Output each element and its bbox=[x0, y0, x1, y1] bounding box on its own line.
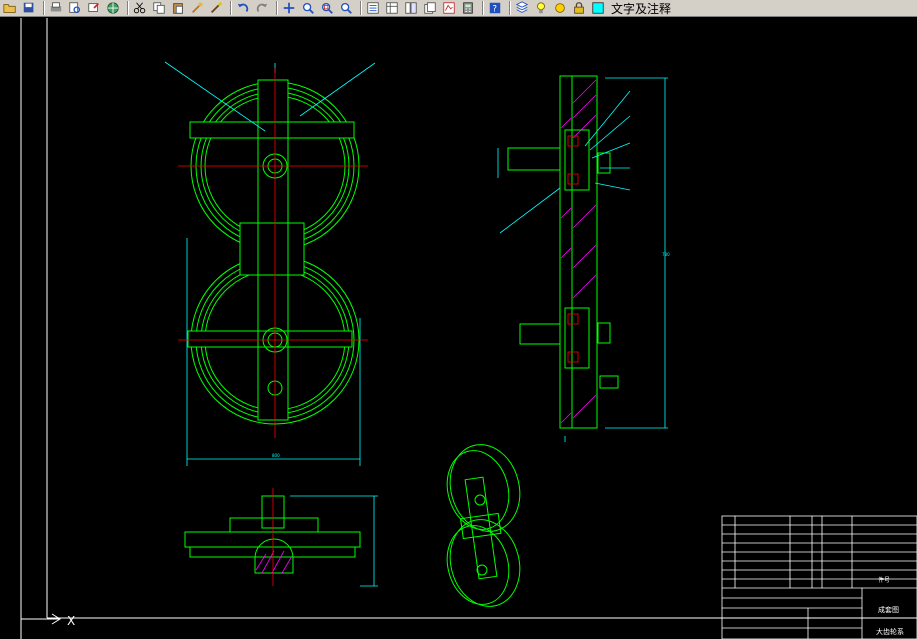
sheet-set-button[interactable] bbox=[422, 1, 438, 15]
sun-icon bbox=[555, 3, 565, 13]
pan-icon bbox=[283, 2, 295, 14]
side-section-view[interactable]: 780 bbox=[497, 75, 670, 442]
cut-icon bbox=[133, 2, 146, 14]
svg-text:?: ? bbox=[492, 5, 497, 15]
properties-button[interactable] bbox=[365, 1, 381, 15]
paste-button[interactable] bbox=[170, 1, 186, 15]
dim-width-label: 800 bbox=[272, 453, 280, 458]
print-preview-button[interactable] bbox=[67, 1, 83, 15]
brush-button[interactable] bbox=[208, 1, 224, 15]
save-icon bbox=[23, 2, 34, 13]
pan-button[interactable] bbox=[281, 1, 297, 15]
sun-toggle[interactable] bbox=[552, 1, 568, 15]
brush-icon bbox=[211, 1, 223, 13]
help-icon: ? bbox=[489, 2, 501, 15]
print-preview-icon bbox=[69, 2, 81, 14]
print-button[interactable] bbox=[48, 1, 64, 15]
ucs-x-label: X bbox=[67, 614, 75, 628]
layers-icon bbox=[515, 1, 529, 13]
isometric-view[interactable] bbox=[439, 437, 530, 615]
copy-icon bbox=[153, 2, 165, 14]
toolbar-separator bbox=[43, 1, 45, 15]
zoom-realtime-icon bbox=[302, 2, 314, 14]
properties-icon bbox=[367, 2, 379, 14]
zoom-window-button[interactable] bbox=[319, 1, 335, 15]
front-view[interactable]: 800 bbox=[164, 61, 376, 466]
match-properties-icon bbox=[192, 2, 203, 13]
zoom-window-icon bbox=[321, 2, 333, 14]
toolbar-separator bbox=[276, 1, 278, 15]
redo-icon bbox=[256, 3, 268, 13]
toolbar-separator bbox=[360, 1, 362, 15]
tool-palettes-button[interactable] bbox=[403, 1, 419, 15]
paste-icon bbox=[173, 3, 183, 14]
lock-icon bbox=[574, 2, 584, 14]
match-properties-button[interactable] bbox=[189, 1, 205, 15]
toolbar-separator bbox=[509, 1, 511, 15]
design-center-button[interactable] bbox=[384, 1, 400, 15]
undo-button[interactable] bbox=[235, 1, 251, 15]
color-swatch-toggle[interactable] bbox=[590, 1, 606, 15]
lock-toggle[interactable] bbox=[571, 1, 587, 15]
zoom-realtime-button[interactable] bbox=[300, 1, 316, 15]
calculator-icon bbox=[463, 2, 473, 14]
color-swatch-icon bbox=[592, 2, 604, 14]
print-icon bbox=[50, 2, 62, 12]
copy-button[interactable] bbox=[151, 1, 167, 15]
cut-button[interactable] bbox=[132, 1, 148, 15]
top-view[interactable] bbox=[184, 488, 378, 587]
dim-height-label: 780 bbox=[662, 252, 670, 257]
drawing-title: 成套图 bbox=[878, 605, 899, 614]
part-title: 大齿轮系 bbox=[876, 627, 904, 636]
help-button[interactable]: ? bbox=[487, 1, 503, 15]
ucs-icon bbox=[21, 613, 61, 625]
toolbar-separator bbox=[127, 1, 129, 15]
toolbar-separator bbox=[230, 1, 232, 15]
current-layer-name[interactable]: 文字及注释 bbox=[611, 0, 671, 17]
title-block-header: 件号 bbox=[878, 576, 890, 584]
zoom-previous-button[interactable] bbox=[338, 1, 354, 15]
publish-button[interactable] bbox=[86, 1, 102, 15]
layers-button[interactable] bbox=[514, 1, 530, 15]
markup-button[interactable] bbox=[441, 1, 457, 15]
publish-icon bbox=[88, 3, 99, 12]
standard-toolbar: ? 文字及注释 bbox=[0, 0, 917, 17]
drawing-canvas[interactable]: 800 780 件号 成套图 大齿轮系 X bbox=[0, 18, 917, 639]
markup-icon bbox=[443, 2, 455, 14]
design-center-icon bbox=[386, 2, 398, 14]
drawing-frame bbox=[20, 18, 917, 639]
bulb-on-toggle[interactable] bbox=[533, 1, 549, 15]
open-button[interactable] bbox=[2, 1, 18, 15]
redo-button[interactable] bbox=[254, 1, 270, 15]
globe-icon bbox=[107, 2, 119, 14]
bulb-on-icon bbox=[537, 2, 545, 14]
title-block[interactable]: 件号 成套图 大齿轮系 bbox=[721, 515, 917, 639]
zoom-previous-icon bbox=[340, 2, 352, 14]
save-button[interactable] bbox=[21, 1, 37, 15]
globe-button[interactable] bbox=[105, 1, 121, 15]
open-icon bbox=[3, 4, 16, 13]
calculator-button[interactable] bbox=[460, 1, 476, 15]
tool-palettes-icon bbox=[405, 2, 417, 14]
undo-icon bbox=[237, 3, 249, 13]
sheet-set-icon bbox=[424, 2, 436, 14]
toolbar-separator bbox=[482, 1, 484, 15]
